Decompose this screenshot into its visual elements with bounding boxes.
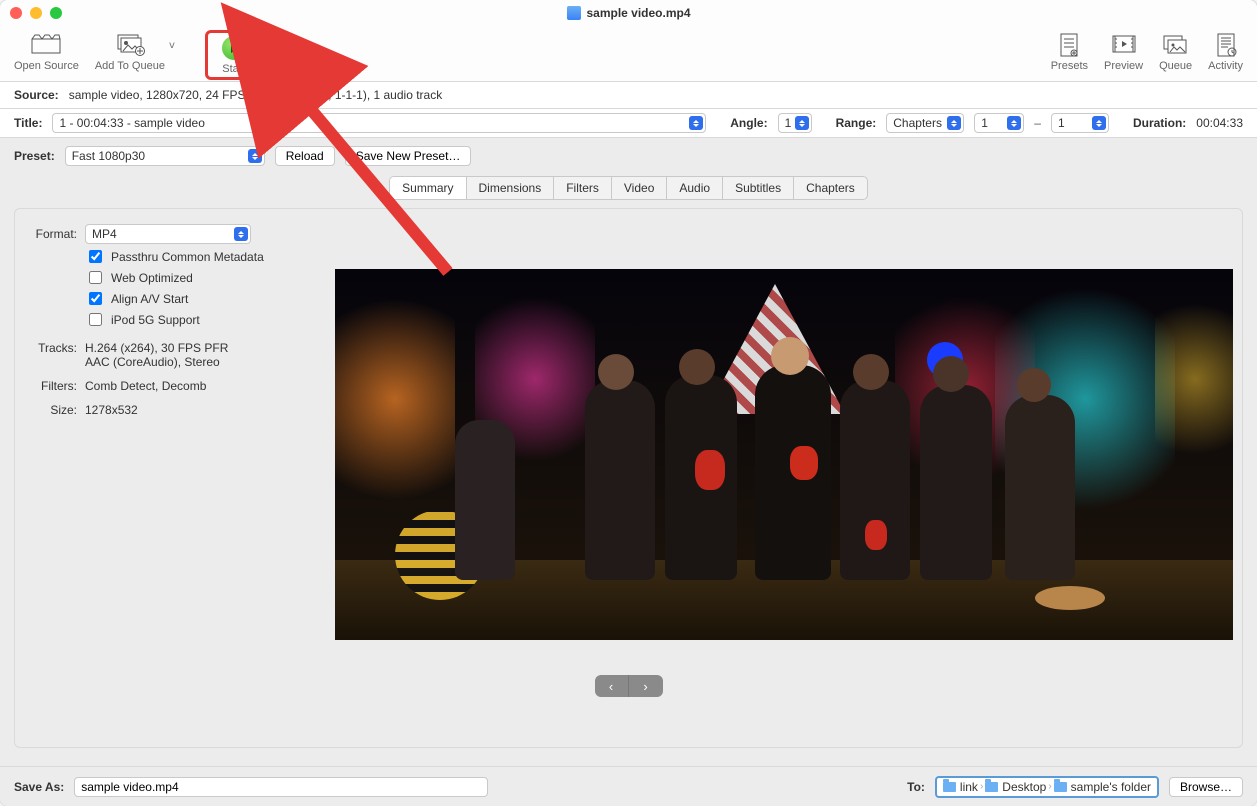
to-label: To:	[907, 780, 925, 794]
open-source-button[interactable]: Open Source	[6, 30, 87, 74]
toolbar: Open Source Add To Queue ⅴ Start II Paus…	[0, 26, 1257, 82]
tabs: Summary Dimensions Filters Video Audio S…	[0, 176, 1257, 200]
range-type-select[interactable]: Chapters	[886, 113, 964, 133]
source-row: Source: sample video, 1280x720, 24 FPS, …	[0, 82, 1257, 109]
title-row: Title: 1 - 00:04:33 - sample video Angle…	[0, 109, 1257, 138]
titlebar: sample video.mp4	[0, 0, 1257, 26]
format-label: Format:	[27, 227, 77, 241]
tab-filters[interactable]: Filters	[554, 177, 612, 199]
video-preview	[335, 269, 1233, 640]
reload-button[interactable]: Reload	[275, 146, 335, 166]
range-from-select[interactable]: 1	[974, 113, 1024, 133]
range-label: Range:	[836, 116, 877, 130]
save-as-label: Save As:	[14, 780, 64, 794]
queue-icon	[1160, 32, 1192, 58]
title-label: Title:	[14, 116, 42, 130]
destination-path[interactable]: link › Desktop › sample's folder	[935, 776, 1159, 798]
ipod-checkbox[interactable]: iPod 5G Support	[85, 310, 327, 329]
tab-dimensions[interactable]: Dimensions	[467, 177, 555, 199]
images-plus-icon	[114, 32, 146, 58]
queue-button[interactable]: Queue	[1151, 30, 1200, 74]
film-icon	[30, 32, 62, 58]
tab-subtitles[interactable]: Subtitles	[723, 177, 794, 199]
window-controls	[10, 7, 62, 19]
add-to-queue-menu-chevron-icon[interactable]: ⅴ	[169, 40, 175, 51]
tab-audio[interactable]: Audio	[667, 177, 723, 199]
minimize-window-icon[interactable]	[30, 7, 42, 19]
activity-button[interactable]: Activity	[1200, 30, 1251, 74]
summary-left: Format: MP4 Passthru Common Metadata Web…	[27, 224, 327, 417]
chevron-right-icon: ›	[980, 781, 983, 792]
add-to-queue-button[interactable]: Add To Queue	[87, 30, 173, 74]
summary-panel: Format: MP4 Passthru Common Metadata Web…	[14, 208, 1243, 748]
preview-prev-button[interactable]: ‹	[595, 675, 629, 697]
tracks-value: H.264 (x264), 30 FPS PFR AAC (CoreAudio)…	[85, 341, 228, 369]
preview-icon	[1108, 32, 1140, 58]
activity-icon	[1210, 32, 1242, 58]
footer: Save As: To: link › Desktop › sample's f…	[0, 766, 1257, 806]
preset-row: Preset: Fast 1080p30 Reload Save New Pre…	[0, 138, 1257, 170]
folder-icon	[1054, 782, 1067, 792]
preset-select[interactable]: Fast 1080p30	[65, 146, 265, 166]
preset-label: Preset:	[14, 149, 55, 163]
range-to-select[interactable]: 1	[1051, 113, 1109, 133]
presets-button[interactable]: Presets	[1043, 30, 1096, 74]
start-highlight: Start	[205, 30, 263, 80]
folder-icon	[985, 782, 998, 792]
preview-nav: ‹ ›	[595, 675, 663, 697]
tab-summary[interactable]: Summary	[390, 177, 466, 199]
title-select[interactable]: 1 - 00:04:33 - sample video	[52, 113, 706, 133]
passthru-checkbox[interactable]: Passthru Common Metadata	[85, 247, 327, 266]
duration-value: 00:04:33	[1196, 116, 1243, 130]
web-optimized-checkbox[interactable]: Web Optimized	[85, 268, 327, 287]
tab-video[interactable]: Video	[612, 177, 667, 199]
angle-select[interactable]: 1	[778, 113, 812, 133]
size-value: 1278x532	[85, 403, 138, 417]
close-window-icon[interactable]	[10, 7, 22, 19]
window-title: sample video.mp4	[566, 6, 690, 20]
play-icon	[218, 35, 250, 61]
save-new-preset-button[interactable]: Save New Preset…	[345, 146, 472, 166]
document-icon	[566, 6, 580, 20]
tab-chapters[interactable]: Chapters	[794, 177, 867, 199]
browse-button[interactable]: Browse…	[1169, 777, 1243, 797]
zoom-window-icon[interactable]	[50, 7, 62, 19]
window-title-text: sample video.mp4	[586, 6, 690, 20]
filters-label: Filters:	[27, 379, 77, 393]
preview-button[interactable]: Preview	[1096, 30, 1151, 74]
align-av-checkbox[interactable]: Align A/V Start	[85, 289, 327, 308]
tracks-label: Tracks:	[27, 341, 77, 355]
chevron-right-icon: ›	[1048, 781, 1051, 792]
pause-button: II Pause	[263, 30, 311, 74]
folder-icon	[943, 782, 956, 792]
angle-label: Angle:	[730, 116, 767, 130]
format-select[interactable]: MP4	[85, 224, 251, 244]
source-value: sample video, 1280x720, 24 FPS, SDR (8-b…	[69, 88, 443, 102]
start-button[interactable]: Start	[210, 33, 258, 77]
filters-value: Comb Detect, Decomb	[85, 379, 206, 393]
presets-icon	[1053, 32, 1085, 58]
duration-label: Duration:	[1133, 116, 1186, 130]
size-label: Size:	[27, 403, 77, 417]
pause-icon: II	[271, 32, 303, 58]
app-window: sample video.mp4 Open Source Add To Queu…	[0, 0, 1257, 806]
save-as-input[interactable]	[74, 777, 487, 797]
source-label: Source:	[14, 88, 59, 102]
body: Source: sample video, 1280x720, 24 FPS, …	[0, 82, 1257, 806]
range-dash: –	[1034, 116, 1041, 130]
preview-next-button[interactable]: ›	[629, 675, 663, 697]
